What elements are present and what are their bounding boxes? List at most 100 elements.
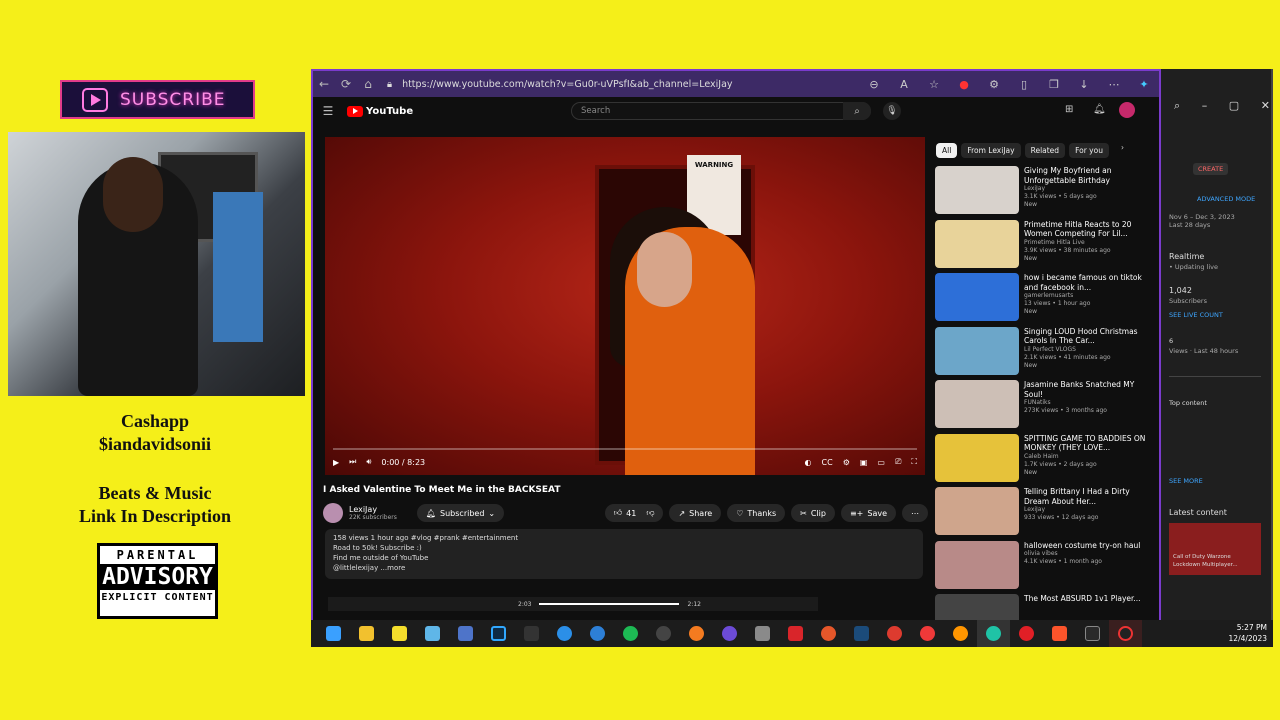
- save-button[interactable]: ≡+ Save: [840, 504, 896, 522]
- reload-icon[interactable]: ⟳: [335, 73, 357, 95]
- recommendation-thumbnail[interactable]: [935, 540, 1019, 589]
- app-blue-icon[interactable]: [416, 620, 449, 647]
- video-player[interactable]: WARNING: [325, 137, 925, 475]
- share-button[interactable]: ↗ Share: [669, 504, 722, 522]
- thanks-button[interactable]: ♡ Thanks: [727, 504, 786, 522]
- play-button[interactable]: ▶: [333, 458, 339, 467]
- next-button[interactable]: ⏭: [349, 457, 356, 467]
- address-bar[interactable]: 🔒︎ https://www.youtube.com/watch?v=Gu0r-…: [379, 75, 859, 93]
- recommendation-thumbnail[interactable]: [935, 166, 1019, 214]
- window-search-icon[interactable]: ⌕: [1174, 99, 1180, 113]
- video-description[interactable]: 158 views 1 hour ago #vlog #prank #enter…: [325, 529, 923, 579]
- maximize-icon[interactable]: ▢: [1229, 99, 1239, 113]
- obs-icon[interactable]: [647, 620, 680, 647]
- avatar[interactable]: [1119, 102, 1135, 118]
- theater-icon[interactable]: ▭: [877, 458, 885, 467]
- bell-icon[interactable]: 🔔︎: [1093, 104, 1106, 115]
- more-actions-button[interactable]: ⋯: [902, 504, 928, 522]
- system-clock[interactable]: 5:27 PM 12/4/2023: [1229, 622, 1267, 644]
- channel-avatar[interactable]: [323, 503, 343, 523]
- app-orange-icon[interactable]: [812, 620, 845, 647]
- studio-see-more[interactable]: SEE MORE: [1169, 477, 1203, 485]
- recommendation-item[interactable]: Telling Brittany I Had a Dirty Dream Abo…: [935, 487, 1155, 537]
- steam-icon[interactable]: [845, 620, 878, 647]
- cast-icon[interactable]: ⎚: [895, 457, 901, 467]
- search-input[interactable]: Search: [571, 102, 871, 120]
- recommendation-item[interactable]: Primetime Hitla Reacts to 20 Women Compe…: [935, 219, 1155, 270]
- search-button[interactable]: ⌕: [843, 102, 871, 120]
- menu-icon[interactable]: ☰: [317, 100, 339, 122]
- chip-all[interactable]: All: [936, 143, 958, 158]
- chrome-blue-icon[interactable]: [548, 620, 581, 647]
- app-dark-icon[interactable]: [1109, 620, 1142, 647]
- firefox-dev-icon[interactable]: [680, 620, 713, 647]
- clip-button[interactable]: ✂ Clip: [791, 504, 835, 522]
- spotify-icon[interactable]: [614, 620, 647, 647]
- app-purple-icon[interactable]: [713, 620, 746, 647]
- minimize-icon[interactable]: –: [1202, 99, 1208, 113]
- chrome-icon[interactable]: [878, 620, 911, 647]
- recommendation-thumbnail[interactable]: [935, 326, 1019, 375]
- opera-icon[interactable]: [1010, 620, 1043, 647]
- recommendation-thumbnail[interactable]: [935, 487, 1019, 535]
- file-explorer-icon[interactable]: [350, 620, 383, 647]
- collections-icon[interactable]: ❐: [1039, 78, 1069, 91]
- chip-for-you[interactable]: For you: [1069, 143, 1109, 158]
- app-gray-icon[interactable]: [746, 620, 779, 647]
- like-button[interactable]: 👍︎ 41 👎︎: [604, 504, 664, 522]
- channel-name[interactable]: LexiJay: [349, 505, 397, 514]
- mic-icon[interactable]: 🎙︎: [883, 102, 901, 120]
- lightning-app-icon[interactable]: [515, 620, 548, 647]
- recommendation-item[interactable]: SPITTING GAME TO BADDIES ON MONKEY (THEY…: [935, 433, 1155, 484]
- studio-create-button[interactable]: CREATE: [1193, 163, 1229, 175]
- studio-latest-thumb[interactable]: Call of Duty Warzone Lockdown Multiplaye…: [1169, 523, 1261, 575]
- edge-icon[interactable]: [977, 620, 1010, 647]
- subscribed-button[interactable]: 🔔︎ Subscribed ⌄: [416, 504, 505, 522]
- zoom-icon[interactable]: ⊖: [859, 78, 889, 91]
- epic-games-icon[interactable]: [1076, 620, 1109, 647]
- recommendation-thumbnail[interactable]: [935, 273, 1019, 321]
- settings-icon[interactable]: ⚙: [843, 458, 850, 467]
- calculator-icon[interactable]: [449, 620, 482, 647]
- sticky-notes-icon[interactable]: [383, 620, 416, 647]
- autoplay-toggle[interactable]: ◐: [805, 458, 812, 467]
- recommendation-thumbnail[interactable]: [935, 433, 1019, 482]
- close-icon[interactable]: ✕: [1261, 99, 1270, 113]
- recommendation-item[interactable]: Jasamine Banks Snatched MY Soul! FUNatiks…: [935, 380, 1155, 430]
- captions-icon[interactable]: CC: [822, 458, 833, 467]
- firefox-icon[interactable]: [944, 620, 977, 647]
- download-icon[interactable]: ↓: [1069, 78, 1099, 91]
- extensions-icon[interactable]: ⚙: [979, 78, 1009, 91]
- create-icon[interactable]: ⊞: [1065, 104, 1073, 115]
- app-red-icon[interactable]: [779, 620, 812, 647]
- back-icon[interactable]: ←: [313, 73, 335, 95]
- volume-icon[interactable]: 🔊︎: [366, 457, 371, 467]
- copilot-icon[interactable]: ✦: [1129, 78, 1159, 91]
- recommendation-thumbnail[interactable]: [935, 380, 1019, 428]
- vivaldi-icon[interactable]: [911, 620, 944, 647]
- extension-red-icon[interactable]: ●: [949, 78, 979, 91]
- recommendation-item[interactable]: how i became famous on tiktok and facebo…: [935, 273, 1155, 323]
- miniplayer-icon[interactable]: ▣: [860, 458, 868, 467]
- chip-related[interactable]: Related: [1024, 143, 1066, 158]
- thumbs-down-icon[interactable]: 👎︎: [646, 508, 654, 518]
- chevron-right-icon[interactable]: ›: [1121, 143, 1124, 158]
- settings-more-icon[interactable]: ⋯: [1099, 78, 1129, 91]
- home-icon[interactable]: ⌂: [357, 73, 379, 95]
- studio-advanced-mode[interactable]: ADVANCED MODE: [1197, 195, 1255, 203]
- fullscreen-icon[interactable]: ⛶: [911, 457, 917, 467]
- studio-live-count[interactable]: SEE LIVE COUNT: [1169, 311, 1223, 319]
- recommendation-item[interactable]: halloween costume try-on haul olivia vibe…: [935, 540, 1155, 591]
- recommendation-item[interactable]: Giving My Boyfriend an Unforgettable Bir…: [935, 166, 1155, 216]
- chip-from-lexijay[interactable]: From LexiJay: [961, 143, 1021, 158]
- read-aloud-icon[interactable]: A: [889, 78, 919, 91]
- help-icon[interactable]: [581, 620, 614, 647]
- strip-seek-bar[interactable]: [539, 603, 680, 605]
- brave-icon[interactable]: [1043, 620, 1076, 647]
- photoshop-icon[interactable]: [482, 620, 515, 647]
- recommendation-thumbnail[interactable]: [935, 219, 1019, 268]
- split-screen-icon[interactable]: ▯: [1009, 78, 1039, 91]
- favorite-icon[interactable]: ☆: [919, 78, 949, 91]
- youtube-logo[interactable]: YouTube: [347, 105, 413, 117]
- recommendation-item[interactable]: Singing LOUD Hood Christmas Carols In Th…: [935, 326, 1155, 377]
